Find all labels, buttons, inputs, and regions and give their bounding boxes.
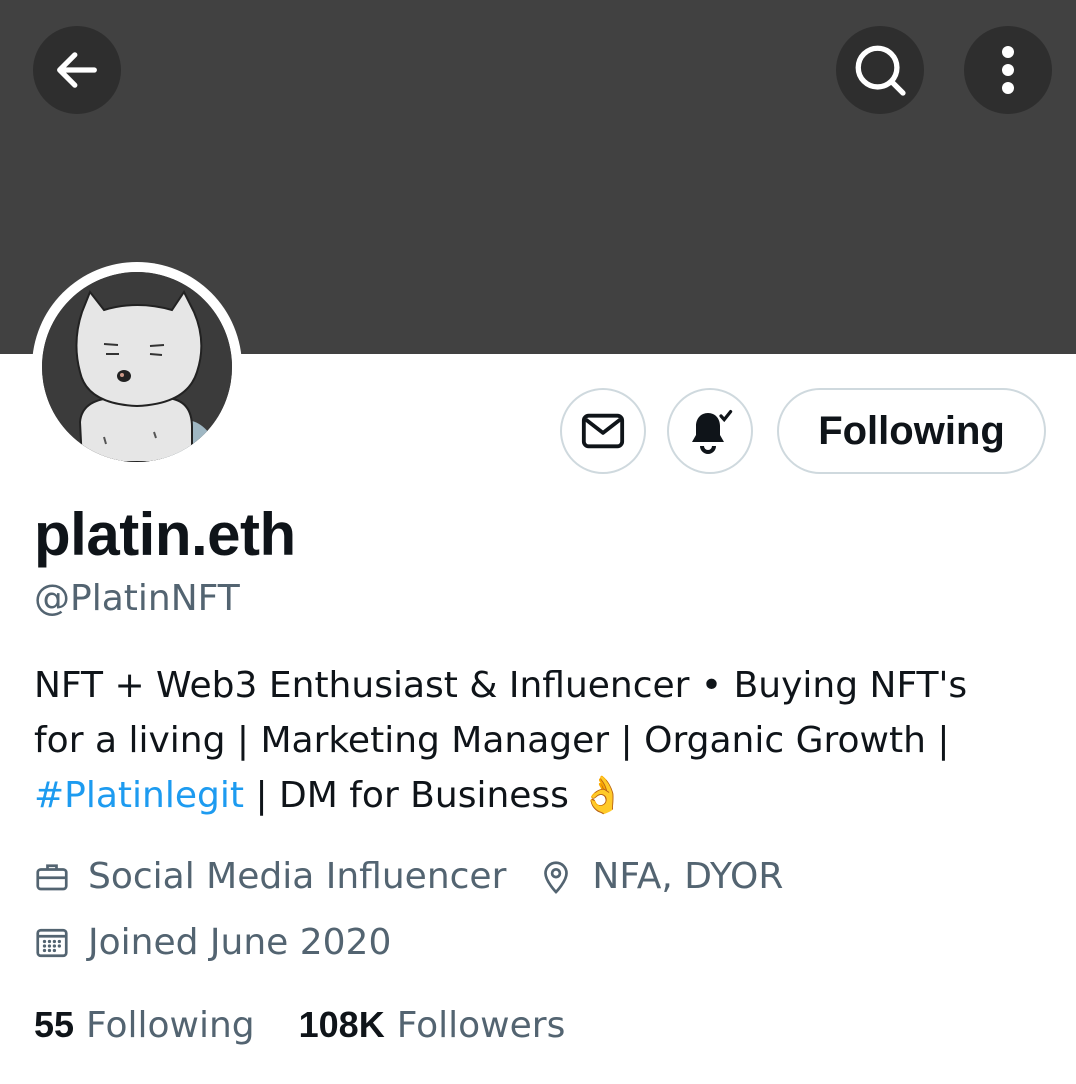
back-button[interactable] [33,26,121,114]
followers-stat-link[interactable]: 108K Followers [299,1004,566,1046]
following-button[interactable]: Following [777,388,1046,474]
calendar-icon [34,925,70,961]
follow-stats: 55 Following 108K Followers [34,1004,609,1046]
display-name: platin.eth [34,501,296,568]
search-button[interactable] [836,26,924,114]
profile-meta-row: Social Media Influencer NFA, DYOR [34,856,783,897]
avatar[interactable] [32,262,242,472]
envelope-icon [581,413,625,449]
avatar-image [42,272,232,462]
profile-bio: NFT + Web3 Enthusiast & Influencer • Buy… [34,658,1044,823]
bio-line: #Platinlegit | DM for Business 👌 [34,768,1044,823]
followers-count: 108K [298,1004,385,1045]
more-vertical-icon [1002,46,1014,94]
following-stat-link[interactable]: 55 Following [34,1004,255,1046]
hashtag-link[interactable]: #Platinlegit [34,775,244,816]
arrow-left-icon [57,52,97,88]
location-icon [538,859,574,895]
ok-hand-emoji: 👌 [580,775,626,816]
avatar-illustration [42,272,232,462]
following-label: Following [86,1005,255,1046]
followers-label: Followers [396,1005,566,1046]
briefcase-icon [34,859,70,895]
message-button[interactable] [560,388,646,474]
bell-check-icon [692,410,733,454]
bio-line: NFT + Web3 Enthusiast & Influencer • Buy… [34,665,968,706]
following-count: 55 [34,1004,75,1045]
username-handle: @PlatinNFT [34,578,240,619]
bio-line: for a living | Marketing Manager | Organ… [34,720,950,761]
notifications-button[interactable] [667,388,753,474]
joined-date: Joined June 2020 [88,922,392,963]
search-icon [855,45,906,96]
more-options-button[interactable] [964,26,1052,114]
profile-joined-row: Joined June 2020 [34,922,391,963]
bio-text: | DM for Business [244,775,581,816]
profile-location: NFA, DYOR [592,856,784,897]
profile-category: Social Media Influencer [88,856,507,897]
